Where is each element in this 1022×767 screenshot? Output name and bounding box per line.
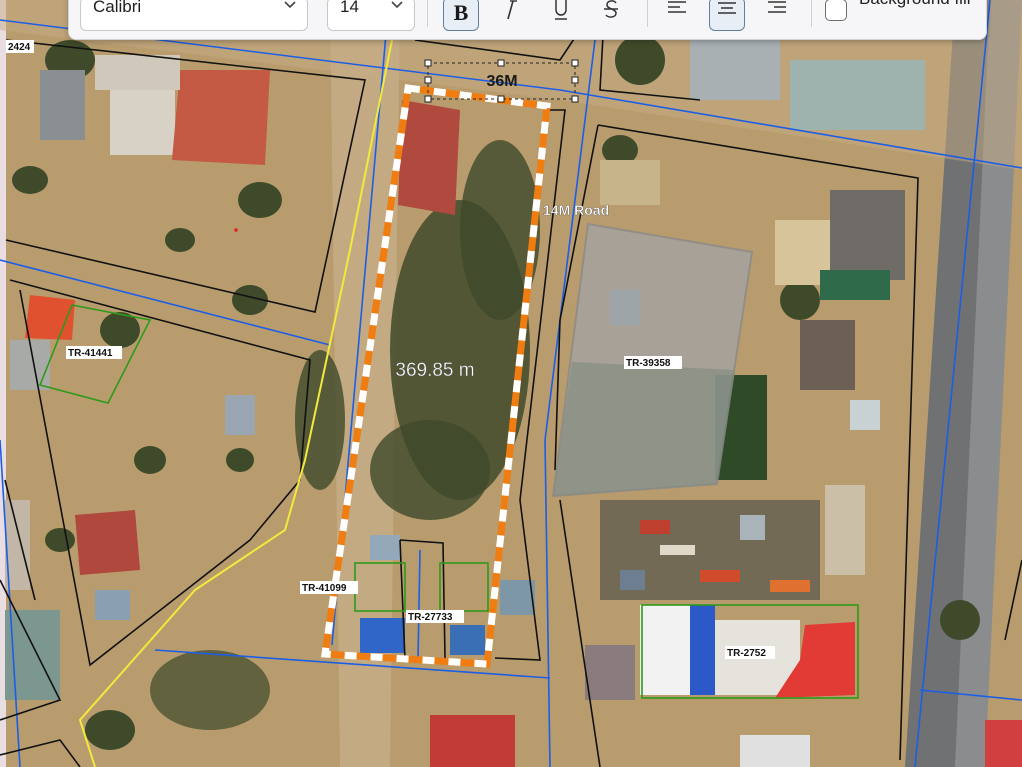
italic-button[interactable] [493,0,529,31]
align-right-button[interactable] [759,0,795,31]
chevron-down-icon [391,1,403,9]
italic-icon [507,0,517,20]
bold-button[interactable]: B [443,0,479,31]
align-right-icon [768,1,786,13]
align-left-icon [668,1,686,13]
background-fill-checkbox[interactable] [825,0,847,21]
parcel-label-tr-27733: TR-27733 [408,612,453,623]
parcel-label-tr-2752: TR-2752 [727,648,766,659]
satellite-map[interactable]: 36M 14M Road 369.85 m 2424 TR-41441 TR-3… [0,0,1022,767]
location-marker [234,228,238,232]
toolbar-separator [427,0,428,27]
chevron-down-icon [284,1,296,9]
strikethrough-button[interactable] [593,0,629,31]
measure-length-label: 369.85 m [395,360,474,381]
underline-icon [555,0,567,20]
strikethrough-icon [604,0,618,18]
align-center-icon [718,2,736,14]
overlay-lower-band [553,362,735,496]
font-size-select[interactable]: 14 [327,0,415,31]
underline-button[interactable] [543,0,579,31]
parcel-label-2424: 2424 [8,42,31,53]
toolbar-separator [647,0,648,27]
parcel-label-tr-41099: TR-41099 [302,583,347,594]
background-fill-label: Background fill [859,0,971,9]
parcel-label-tr-41441: TR-41441 [68,348,113,359]
road-width-label[interactable]: 36M [486,73,517,90]
scrap-yard [600,500,820,600]
road-name-label: 14M Road [543,202,609,218]
text-format-toolbar: Calibri 14 B Background fill [68,0,987,40]
align-left-button[interactable] [659,0,695,31]
toolbar-separator [811,0,812,27]
font-family-value: Calibri [93,0,142,16]
align-center-button[interactable] [709,0,745,31]
bold-icon: B [453,0,469,25]
font-size-value: 14 [340,0,359,16]
parcel-label-tr-39358: TR-39358 [626,358,671,369]
font-family-select[interactable]: Calibri [80,0,308,31]
